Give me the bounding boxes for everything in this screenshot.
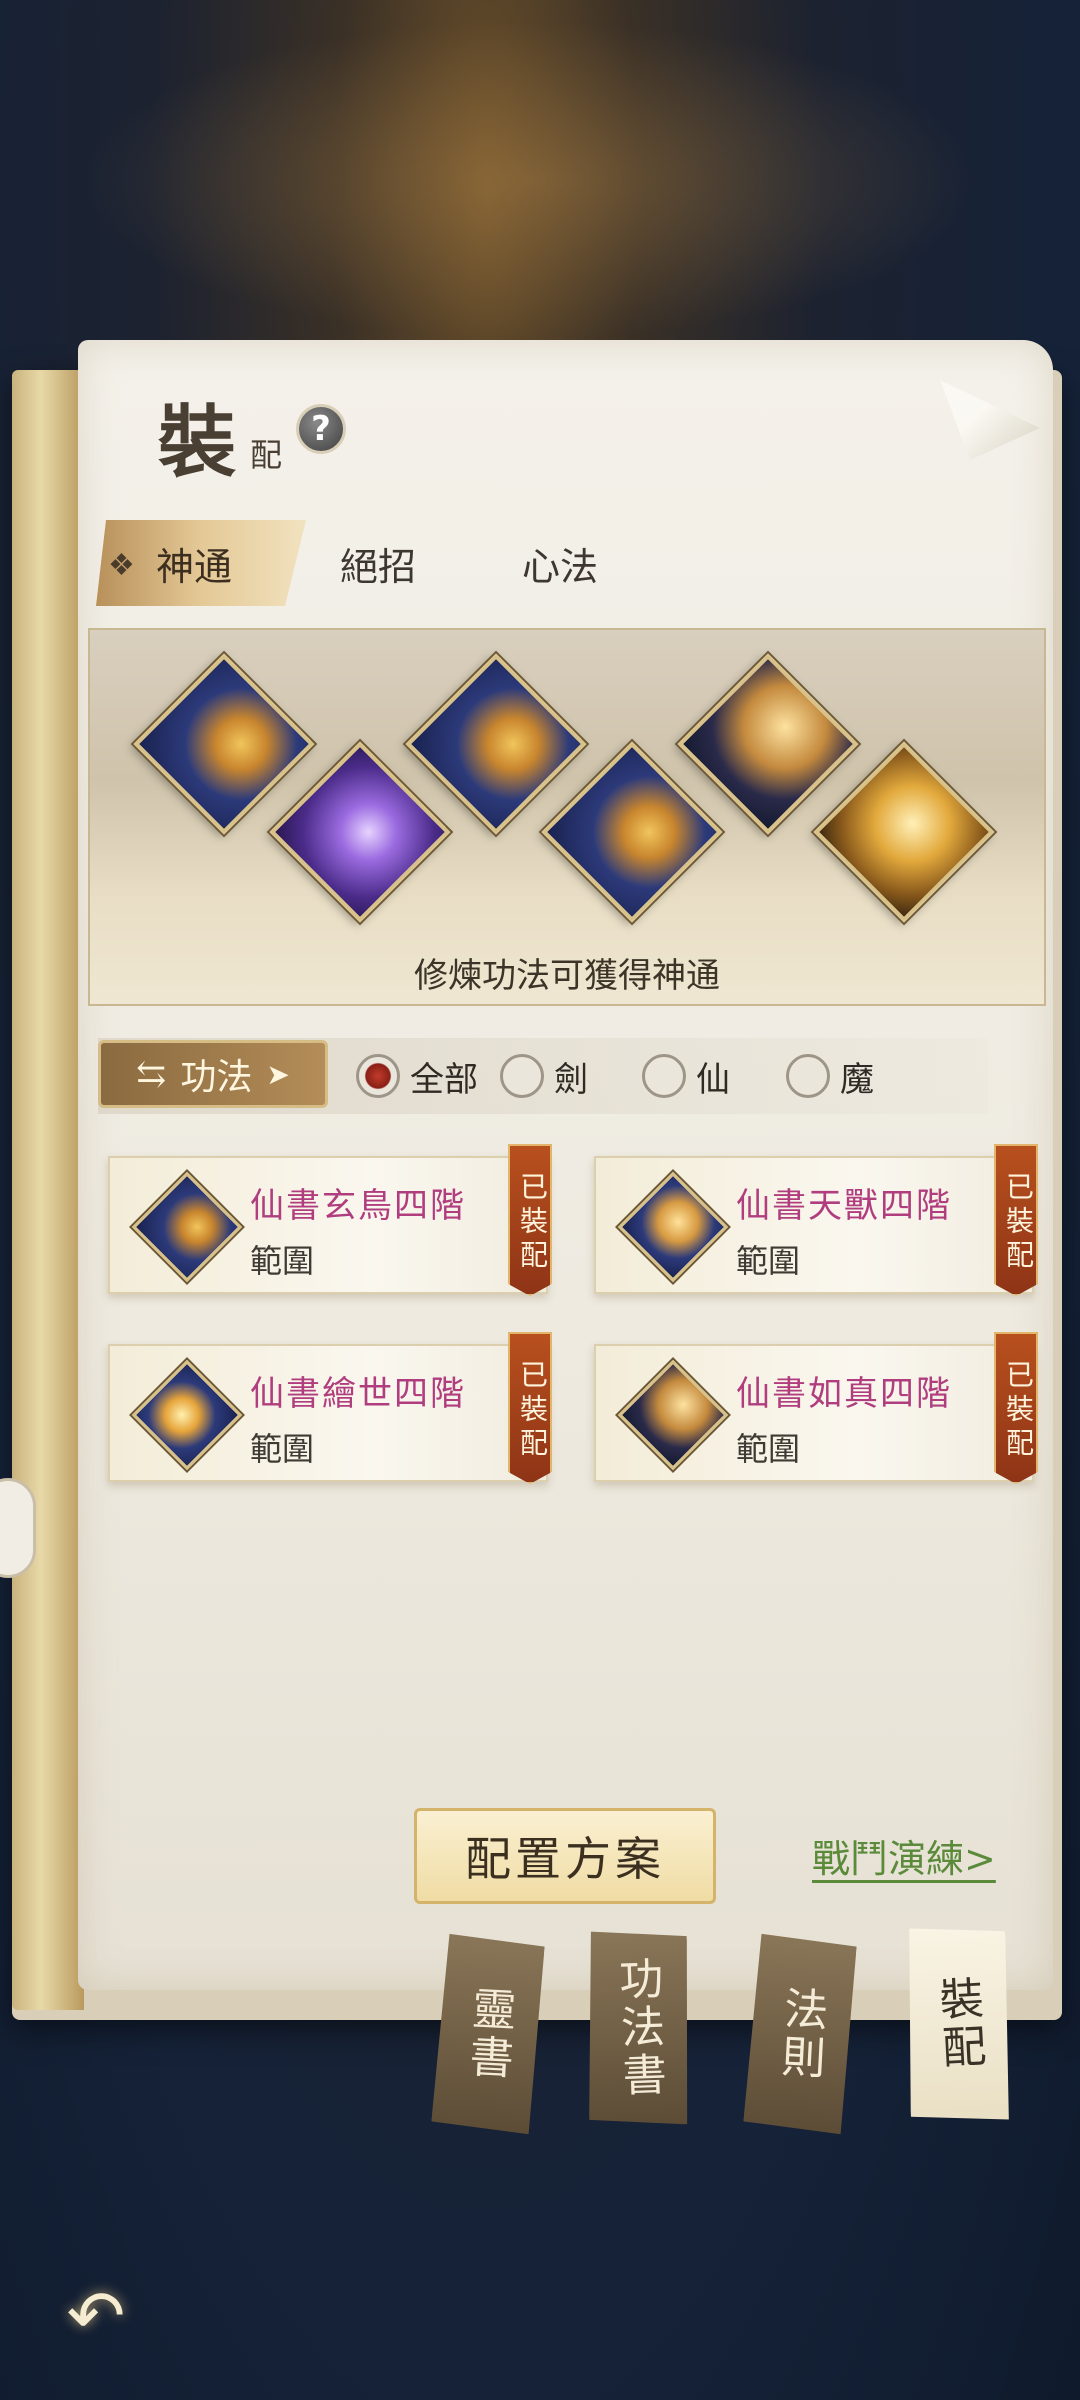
radio-demon-label: 魔 — [840, 1060, 874, 1100]
fish-icon — [813, 741, 995, 923]
radio-sword[interactable] — [500, 1054, 544, 1098]
card-name: 仙書玄鳥四階 — [250, 1186, 466, 1226]
card-name: 仙書繪世四階 — [250, 1374, 466, 1414]
beast-icon — [617, 1171, 729, 1283]
page-subtitle: 配 — [250, 436, 283, 474]
radio-all[interactable] — [356, 1054, 400, 1098]
book-tab-gongfashu[interactable]: 功法書 — [583, 1928, 694, 2128]
tab-juezhao[interactable]: 絕招 — [340, 520, 416, 606]
background-glow — [80, 20, 980, 340]
card-range: 範圍 — [250, 1430, 315, 1468]
filter-type-button[interactable]: ⇆ 功法 ➤ — [98, 1040, 328, 1108]
side-handle[interactable] — [0, 1478, 36, 1578]
tab-label: 絕招 — [340, 544, 417, 589]
tab-xinfa[interactable]: 心法 — [522, 520, 598, 606]
banner-hint: 修煉功法可獲得神通 — [414, 956, 720, 996]
back-arrow-icon[interactable]: ↶ — [48, 2268, 144, 2364]
help-icon[interactable]: ? — [296, 404, 346, 454]
card-range: 範圍 — [250, 1242, 315, 1280]
diamond-icon: ❖ — [108, 548, 135, 583]
skill-card[interactable]: 仙書如真四階 範圍 已裝配 — [594, 1332, 1038, 1484]
equipped-badge: 已裝配 — [994, 1144, 1038, 1296]
tab-label: 神通 — [156, 544, 233, 589]
skill-card[interactable]: 仙書繪世四階 範圍 已裝配 — [108, 1332, 552, 1484]
xuanniao-icon — [131, 1171, 243, 1283]
config-plan-button[interactable]: 配置方案 — [414, 1808, 716, 1904]
arrow-icon: ➤ — [266, 1057, 290, 1091]
tab-label: 心法 — [522, 544, 599, 589]
tab-shentong[interactable]: ❖ 神通 — [96, 520, 306, 606]
book-spine — [12, 370, 84, 2010]
radio-sword-label: 劍 — [554, 1060, 588, 1100]
radio-immortal-label: 仙 — [696, 1060, 730, 1100]
radio-all-label: 全部 — [410, 1060, 478, 1100]
page-title: 裝 — [158, 397, 237, 488]
book-tab-faze[interactable]: 法則 — [743, 1933, 857, 2134]
equipped-badge: 已裝配 — [508, 1144, 552, 1296]
radio-immortal[interactable] — [642, 1054, 686, 1098]
radio-demon[interactable] — [786, 1054, 830, 1098]
skill-slot-6[interactable] — [813, 741, 995, 923]
card-name: 仙書天獸四階 — [736, 1186, 952, 1226]
equipped-badge: 已裝配 — [508, 1332, 552, 1484]
filter-label-text: 功法 — [180, 1057, 253, 1098]
battle-practice-link[interactable]: 戰鬥演練> — [812, 1828, 996, 1883]
swap-icon: ⇆ — [136, 1053, 167, 1095]
skill-card[interactable]: 仙書玄鳥四階 範圍 已裝配 — [108, 1144, 552, 1296]
mountain-icon — [617, 1359, 729, 1471]
skill-card[interactable]: 仙書天獸四階 範圍 已裝配 — [594, 1144, 1038, 1296]
flame-wing-icon — [131, 1359, 243, 1471]
book-tab-zhuangpei[interactable]: 裝配 — [901, 1923, 1015, 2124]
equipped-badge: 已裝配 — [994, 1332, 1038, 1484]
card-range: 範圍 — [736, 1242, 801, 1280]
card-name: 仙書如真四階 — [736, 1374, 952, 1414]
card-range: 範圍 — [736, 1430, 801, 1468]
book-tab-lingshu[interactable]: 靈書 — [431, 1933, 545, 2134]
